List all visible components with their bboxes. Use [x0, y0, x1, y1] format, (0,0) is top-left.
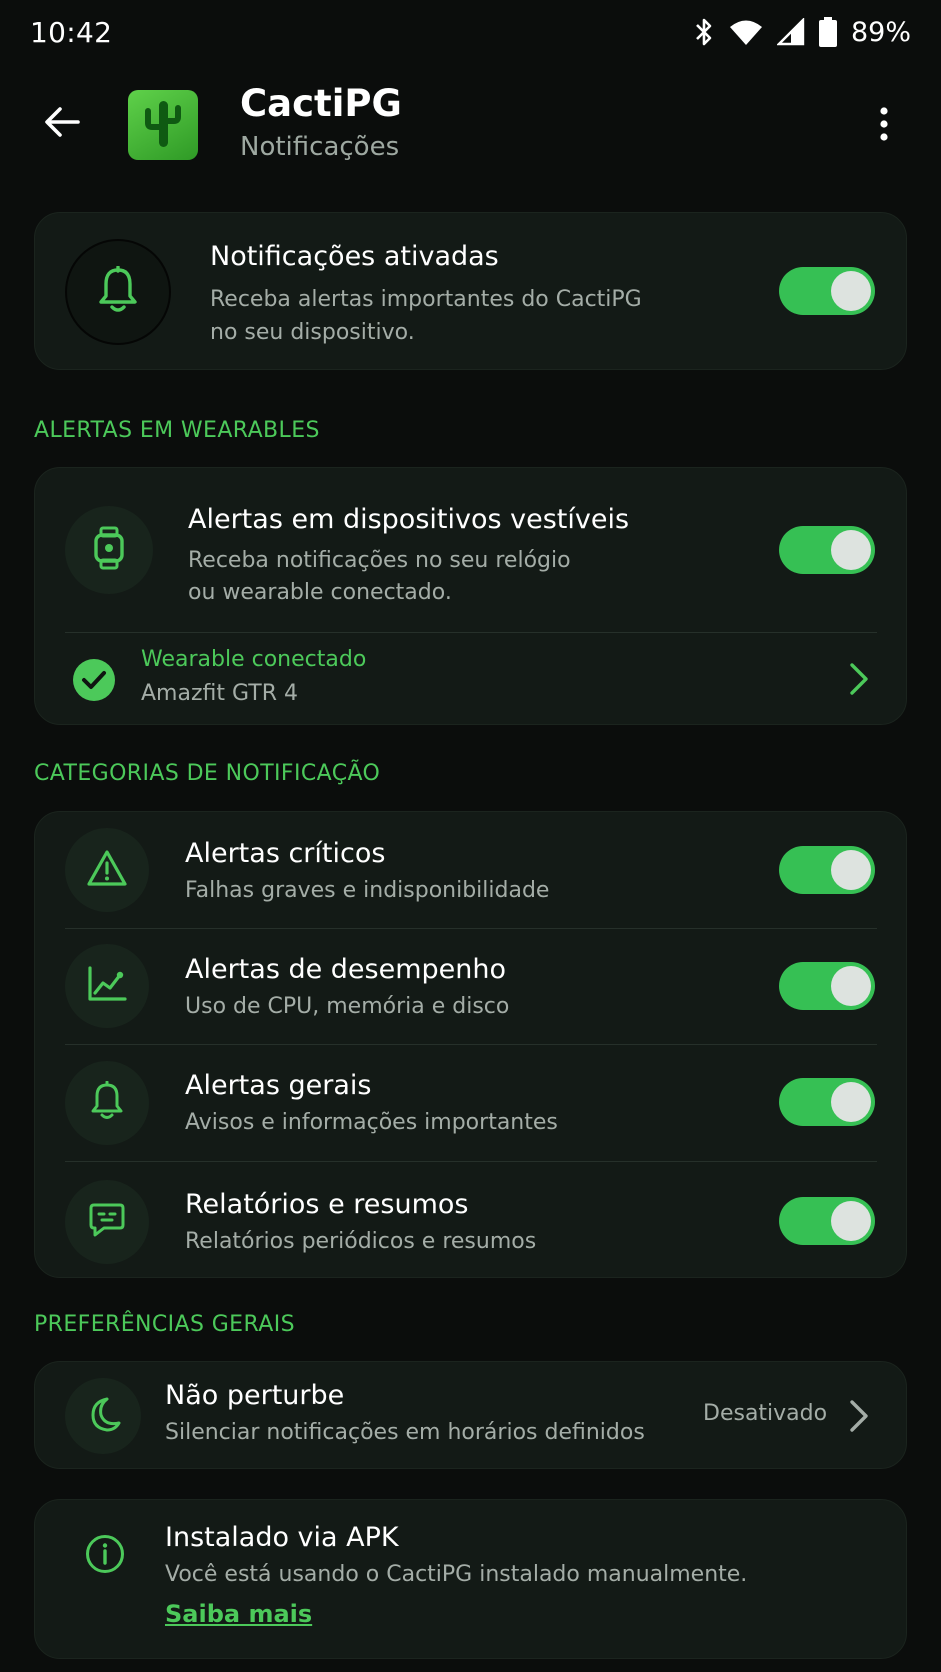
main-toggle-description-line1: Receba alertas importantes do CactiPG	[210, 287, 642, 312]
wearable-toggle-description-line2: ou wearable conectado.	[188, 580, 452, 605]
wifi-icon	[729, 18, 763, 46]
info-icon	[85, 1534, 125, 1578]
main-notifications-card: Notificações ativadas Receba alertas imp…	[34, 212, 907, 370]
more-options-button[interactable]	[868, 102, 900, 150]
category-subtitle: Falhas graves e indisponibilidade	[185, 878, 550, 903]
category-item-reports: Relatórios e resumos Relatórios periódic…	[35, 1162, 908, 1278]
moon-icon-circle	[65, 1378, 141, 1454]
battery-icon	[818, 17, 837, 47]
back-button[interactable]	[36, 100, 88, 148]
moon-icon	[85, 1396, 121, 1436]
category-title: Relatórios e resumos	[185, 1189, 469, 1220]
dnd-value: Desativado	[703, 1401, 828, 1426]
bluetooth-icon	[693, 17, 715, 47]
wearable-toggle-description-line1: Receba notificações no seu relógio	[188, 548, 571, 573]
general-alerts-toggle[interactable]	[779, 1078, 875, 1126]
main-toggle-title: Notificações ativadas	[210, 241, 499, 272]
back-arrow-icon	[44, 106, 80, 142]
wearable-toggle-title: Alertas em dispositivos vestíveis	[188, 504, 630, 535]
app-subtitle: Notificações	[240, 132, 400, 162]
section-header-preferences: PREFERÊNCIAS GERAIS	[34, 1312, 295, 1337]
category-title: Alertas de desempenho	[185, 954, 507, 985]
dnd-subtitle: Silenciar notificações em horários defin…	[165, 1420, 645, 1445]
categories-card: Alertas críticos Falhas graves e indispo…	[34, 811, 907, 1278]
apk-title: Instalado via APK	[165, 1522, 399, 1553]
category-subtitle: Uso de CPU, memória e disco	[185, 994, 510, 1019]
signal-icon	[776, 18, 805, 46]
app-bar: CactiPG Notificações	[0, 80, 941, 170]
wearable-device-name: Amazfit GTR 4	[141, 681, 298, 706]
wearable-connected-row[interactable]: Wearable conectado Amazfit GTR 4	[35, 633, 908, 725]
chart-icon-circle	[65, 944, 149, 1028]
bell-icon-circle	[65, 1061, 149, 1145]
watch-icon-circle	[65, 506, 153, 594]
section-header-wearables: ALERTAS EM WEARABLES	[34, 418, 320, 443]
category-item-general: Alertas gerais Avisos e informações impo…	[35, 1045, 908, 1161]
apk-info-card: Instalado via APK Você está usando o Cac…	[34, 1499, 907, 1659]
watch-icon	[92, 526, 126, 574]
toggle-knob	[831, 271, 871, 311]
wearable-alerts-toggle[interactable]	[779, 526, 875, 574]
toggle-knob	[831, 1082, 871, 1122]
reports-toggle[interactable]	[779, 1197, 875, 1245]
toggle-knob	[831, 530, 871, 570]
bell-icon	[89, 1080, 125, 1125]
more-vert-icon	[879, 107, 889, 145]
battery-percent: 89%	[850, 16, 911, 48]
cactus-logo-icon	[143, 97, 183, 153]
message-icon	[88, 1202, 126, 1242]
category-item-performance: Alertas de desempenho Uso de CPU, memóri…	[35, 929, 908, 1044]
chevron-right-icon	[845, 661, 873, 697]
bell-icon	[96, 265, 140, 318]
toggle-knob	[831, 1201, 871, 1241]
category-title: Alertas gerais	[185, 1070, 372, 1101]
performance-alerts-toggle[interactable]	[779, 962, 875, 1010]
app-logo	[128, 90, 198, 160]
chevron-right-icon	[845, 1398, 873, 1434]
category-subtitle: Avisos e informações importantes	[185, 1110, 558, 1135]
main-toggle-description-line2: no seu dispositivo.	[210, 320, 415, 345]
do-not-disturb-row[interactable]: Não perturbe Silenciar notificações em h…	[34, 1361, 907, 1469]
check-circle-icon	[73, 659, 115, 705]
message-icon-circle	[65, 1180, 149, 1264]
chart-icon	[87, 966, 127, 1006]
bell-icon-circle	[65, 239, 171, 345]
status-time: 10:42	[30, 15, 113, 49]
apk-text: Você está usando o CactiPG instalado man…	[165, 1562, 748, 1587]
app-title: CactiPG	[240, 82, 402, 125]
section-header-categories: CATEGORIAS DE NOTIFICAÇÃO	[34, 761, 381, 786]
warning-icon	[86, 849, 128, 891]
category-subtitle: Relatórios periódicos e resumos	[185, 1229, 537, 1254]
warning-icon-circle	[65, 828, 149, 912]
toggle-knob	[831, 966, 871, 1006]
status-icons: 89%	[693, 17, 911, 48]
status-bar: 10:42 89%	[0, 0, 941, 64]
toggle-knob	[831, 850, 871, 890]
dnd-title: Não perturbe	[165, 1380, 345, 1411]
wearables-card: Alertas em dispositivos vestíveis Receba…	[34, 467, 907, 725]
category-item-critical: Alertas críticos Falhas graves e indispo…	[35, 812, 908, 928]
category-title: Alertas críticos	[185, 838, 386, 869]
learn-more-link[interactable]: Saiba mais	[165, 1600, 312, 1628]
main-notifications-toggle[interactable]	[779, 267, 875, 315]
critical-alerts-toggle[interactable]	[779, 846, 875, 894]
wearable-connected-label: Wearable conectado	[141, 647, 367, 672]
